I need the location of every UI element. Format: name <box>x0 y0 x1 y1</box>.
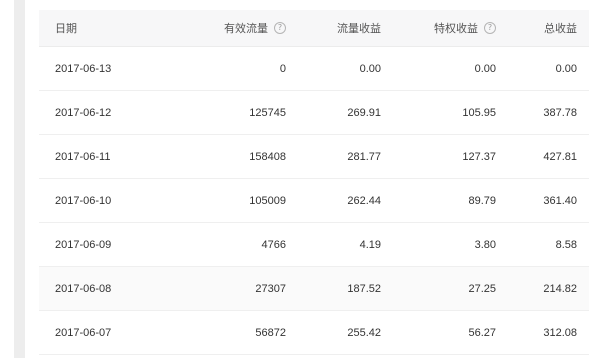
cell-traffic-revenue: 262.44 <box>347 194 381 207</box>
header-privilege-revenue-label: 特权收益 <box>434 23 478 35</box>
cell-total-revenue: 427.81 <box>543 150 577 163</box>
cell-effective-traffic: 0 <box>279 62 286 75</box>
cell-traffic-revenue: 281.77 <box>347 150 381 163</box>
cell-privilege-revenue: 56.27 <box>468 326 496 339</box>
header-total-revenue: 总收益 <box>500 20 589 36</box>
table-row: 2017-06-08 27307 187.52 27.25 214.82 <box>39 267 589 311</box>
header-effective-traffic-label: 有效流量 <box>224 23 268 35</box>
table-row: 2017-06-11 158408 281.77 127.37 427.81 <box>39 135 589 179</box>
help-icon[interactable]: ? <box>484 22 496 34</box>
table-row: 2017-06-13 0 0.00 0.00 0.00 <box>39 47 589 91</box>
cell-privilege-revenue: 3.80 <box>474 238 496 251</box>
table-header: 日期 有效流量 ? 流量收益 特权收益 ? 总收益 <box>39 10 589 47</box>
cell-privilege-revenue: 27.25 <box>468 282 496 295</box>
cell-date: 2017-06-07 <box>55 326 112 339</box>
cell-traffic-revenue: 4.19 <box>359 238 381 251</box>
cell-effective-traffic: 125745 <box>249 106 286 119</box>
cell-date: 2017-06-09 <box>55 238 112 251</box>
header-effective-traffic: 有效流量 ? <box>166 20 290 36</box>
cell-effective-traffic: 4766 <box>261 238 286 251</box>
header-privilege-revenue: 特权收益 ? <box>385 20 500 36</box>
cell-total-revenue: 214.82 <box>543 282 577 295</box>
cell-privilege-revenue: 127.37 <box>462 150 496 163</box>
help-icon[interactable]: ? <box>274 22 286 34</box>
header-traffic-revenue-label: 流量收益 <box>337 23 381 35</box>
cell-date: 2017-06-11 <box>55 150 111 163</box>
cell-total-revenue: 8.58 <box>555 238 577 251</box>
cell-privilege-revenue: 0.00 <box>474 62 496 75</box>
cell-total-revenue: 312.08 <box>543 326 577 339</box>
cell-total-revenue: 0.00 <box>555 62 577 75</box>
left-scroll-track[interactable] <box>14 0 25 358</box>
left-rail <box>0 0 15 358</box>
header-date: 日期 <box>39 20 166 36</box>
cell-date: 2017-06-08 <box>55 282 112 295</box>
cell-privilege-revenue: 105.95 <box>462 106 496 119</box>
header-total-revenue-label: 总收益 <box>544 23 577 35</box>
header-date-label: 日期 <box>55 23 77 35</box>
cell-total-revenue: 361.40 <box>543 194 577 207</box>
cell-traffic-revenue: 187.52 <box>347 282 381 295</box>
cell-effective-traffic: 158408 <box>249 150 286 163</box>
cell-effective-traffic: 27307 <box>255 282 286 295</box>
cell-date: 2017-06-13 <box>55 62 112 75</box>
table-row: 2017-06-12 125745 269.91 105.95 387.78 <box>39 91 589 135</box>
cell-effective-traffic: 105009 <box>249 194 286 207</box>
cell-traffic-revenue: 0.00 <box>359 62 381 75</box>
revenue-table: 日期 有效流量 ? 流量收益 特权收益 ? 总收益 2017-06-13 0 0… <box>39 10 589 355</box>
cell-traffic-revenue: 269.91 <box>347 106 381 119</box>
cell-effective-traffic: 56872 <box>255 326 286 339</box>
header-traffic-revenue: 流量收益 <box>290 20 385 36</box>
cell-date: 2017-06-12 <box>55 106 112 119</box>
cell-traffic-revenue: 255.42 <box>347 326 381 339</box>
cell-privilege-revenue: 89.79 <box>468 194 496 207</box>
table-row: 2017-06-09 4766 4.19 3.80 8.58 <box>39 223 589 267</box>
cell-date: 2017-06-10 <box>55 194 112 207</box>
revenue-page: 日期 有效流量 ? 流量收益 特权收益 ? 总收益 2017-06-13 0 0… <box>0 0 600 358</box>
table-row: 2017-06-10 105009 262.44 89.79 361.40 <box>39 179 589 223</box>
table-row: 2017-06-07 56872 255.42 56.27 312.08 <box>39 311 589 355</box>
cell-total-revenue: 387.78 <box>543 106 577 119</box>
